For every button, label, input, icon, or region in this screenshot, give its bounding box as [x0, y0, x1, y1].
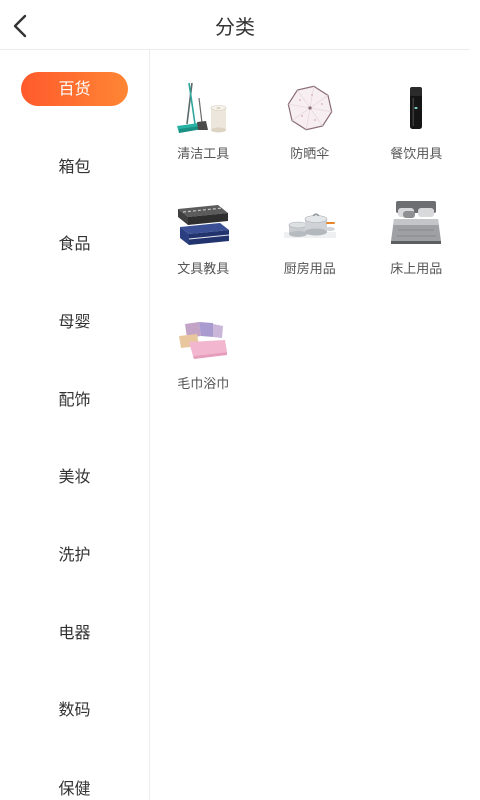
category-sun-umbrella[interactable]: 防晒伞: [257, 80, 364, 195]
sidebar-item-label: 配饰: [58, 389, 91, 409]
sidebar-item-accessories[interactable]: 配饰: [0, 361, 149, 439]
bedding-set-image: [391, 201, 442, 244]
pencil-cases-image: [178, 205, 230, 245]
category-label: 毛巾浴巾: [177, 377, 230, 392]
category-bedding[interactable]: 床上用品: [363, 195, 470, 310]
sidebar-item-bags[interactable]: 箱包: [0, 128, 149, 206]
sidebar-item-food[interactable]: 食品: [0, 205, 149, 283]
sidebar-item-digital[interactable]: 数码: [0, 672, 149, 750]
page-title: 分类: [215, 15, 255, 39]
sidebar-item-label: 美妆: [58, 467, 91, 487]
category-label: 床上用品: [390, 262, 443, 277]
top-bar: 分类: [0, 0, 470, 50]
category-label: 餐饮用具: [390, 147, 443, 162]
content-area: 百货 箱包 食品 母婴 配饰 美妆 洗护 电器 数码 保健 清洁工具 防晒伞 餐…: [0, 50, 470, 800]
category-tableware[interactable]: 餐饮用具: [363, 80, 470, 195]
category-label: 厨房用品: [283, 262, 336, 277]
sidebar-item-label: 箱包: [58, 156, 91, 176]
black-thermos-image: [410, 87, 423, 129]
category-sidebar: 百货 箱包 食品 母婴 配饰 美妆 洗护 电器 数码 保健: [0, 50, 150, 800]
category-label: 清洁工具: [177, 147, 230, 162]
sidebar-item-label: 洗护: [58, 544, 91, 564]
subcategory-grid: 清洁工具 防晒伞 餐饮用具 文具教具 厨房用品 床上用品 毛巾浴巾: [150, 80, 470, 425]
sidebar-item-label: 食品: [58, 234, 91, 254]
sidebar-item-beauty[interactable]: 美妆: [0, 438, 149, 516]
umbrella-top-view-image: [287, 85, 333, 131]
mop-and-paper-roll-image: [177, 82, 227, 133]
sidebar-item-label: 保健: [58, 779, 91, 799]
sidebar-item-appliances[interactable]: 电器: [0, 594, 149, 672]
sidebar-item-health[interactable]: 保健: [0, 749, 149, 800]
cookware-set-image: [283, 213, 336, 238]
subcategory-panel: 清洁工具 防晒伞 餐饮用具 文具教具 厨房用品 床上用品 毛巾浴巾: [150, 50, 470, 800]
sidebar-item-label: 电器: [58, 622, 91, 642]
sidebar-item-label: 百货: [21, 71, 128, 106]
sidebar-item-label: 母婴: [58, 311, 91, 331]
category-label: 文具教具: [177, 262, 230, 277]
category-towels[interactable]: 毛巾浴巾: [150, 310, 257, 425]
category-page: 分类 百货 箱包 食品 母婴 配饰 美妆 洗护 电器 数码 保健 清洁工具 防晒…: [0, 0, 470, 800]
category-kitchenware[interactable]: 厨房用品: [257, 195, 364, 310]
towel-stack-image: [179, 322, 228, 359]
sidebar-item-label: 数码: [58, 700, 91, 720]
category-label: 防晒伞: [290, 147, 330, 162]
sidebar-item-department-store[interactable]: 百货: [0, 50, 149, 128]
category-cleaning-tools[interactable]: 清洁工具: [150, 80, 257, 195]
sidebar-item-personal-care[interactable]: 洗护: [0, 516, 149, 594]
sidebar-item-mother-baby[interactable]: 母婴: [0, 283, 149, 361]
category-stationery[interactable]: 文具教具: [150, 195, 257, 310]
